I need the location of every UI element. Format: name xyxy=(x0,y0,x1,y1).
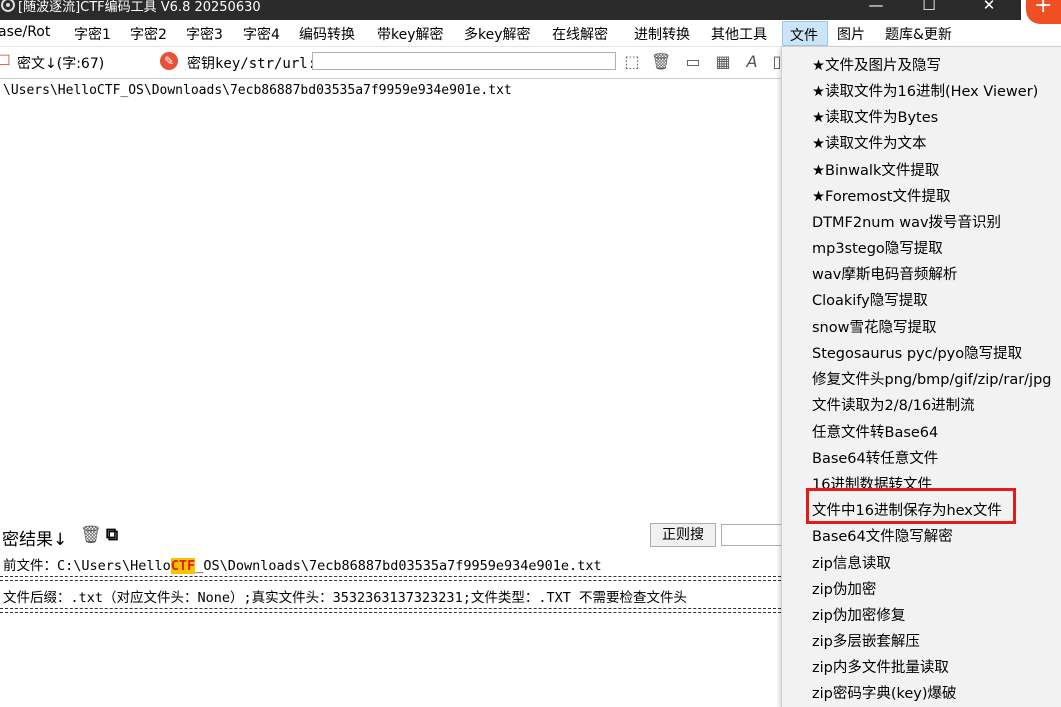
dashed-divider xyxy=(0,576,781,577)
menu-item-zip-nested[interactable]: zip多层嵌套解压 xyxy=(812,630,920,651)
menu-item-read-stream[interactable]: 文件读取为2/8/16进制流 xyxy=(812,394,975,415)
result-label: 密结果↓ xyxy=(2,530,68,550)
result-file-prefix: 前文件：C:\Users\Hello xyxy=(3,558,171,574)
result-trash-icon[interactable]: 🗑 xyxy=(80,525,102,545)
regex-search-button[interactable]: 正则搜 xyxy=(650,523,716,547)
menu-item-base64-stego[interactable]: Base64文件隐写解密 xyxy=(812,525,953,546)
menu-item-zip-fake-fix[interactable]: zip伪加密修复 xyxy=(812,604,905,625)
menu-base-convert[interactable]: 进制转换 xyxy=(634,24,690,44)
menu-item-binwalk[interactable]: ★Binwalk文件提取 xyxy=(812,159,939,180)
menu-cipher-1[interactable]: 字密1 xyxy=(74,24,111,44)
result-file-suffix: _OS\Downloads\7ecb86887bd03535a7f9959e93… xyxy=(195,558,602,574)
menu-item-read-text[interactable]: ★读取文件为文本 xyxy=(812,132,927,153)
dashed-divider xyxy=(0,580,781,581)
menu-item-zip-batch-read[interactable]: zip内多文件批量读取 xyxy=(812,656,949,677)
result-highlight: CTF xyxy=(170,558,196,574)
menu-cipher-4[interactable]: 字密4 xyxy=(243,24,280,44)
menu-bar: ase/Rot 字密1 字密2 字密3 字密4 编码转换 带key解密 多key… xyxy=(0,20,1021,47)
menu-encoding-convert[interactable]: 编码转换 xyxy=(299,24,355,44)
menu-item-hex-viewer[interactable]: ★读取文件为16进制(Hex Viewer) xyxy=(812,80,1038,101)
cipher-label: 密文↓(字:67) xyxy=(17,56,105,72)
window-title: [随波逐流]CTF编码工具 V6.8 20250630 xyxy=(18,0,261,15)
result-file-line: 前文件：C:\Users\HelloCTF_OS\Downloads\7ecb8… xyxy=(3,554,602,574)
menu-item-foremost[interactable]: ★Foremost文件提取 xyxy=(812,185,951,206)
toolbar: ☐ 密文↓(字:67) ✎ 密钥key/str/url: ⬚ 🗑 ▭ ▦ A ▯ xyxy=(0,50,781,76)
result-filetype-line: 文件后缀：.txt（对应文件头：None）;真实文件头：353236313732… xyxy=(3,590,687,606)
menu-file[interactable]: 文件 xyxy=(782,21,828,46)
menu-cipher-2[interactable]: 字密2 xyxy=(130,24,167,44)
key-input[interactable] xyxy=(312,52,616,70)
cipher-textarea[interactable]: \Users\HelloCTF_OS\Downloads\7ecb86887bd… xyxy=(0,78,781,519)
menu-item-save-hex[interactable]: 文件中16进制保存为hex文件 xyxy=(812,499,1002,520)
console-icon[interactable]: ▭ xyxy=(683,52,703,72)
menu-item-base64-to-file[interactable]: Base64转任意文件 xyxy=(812,447,938,468)
file-dropdown-menu: ★文件及图片及隐写 ★读取文件为16进制(Hex Viewer) ★读取文件为B… xyxy=(781,46,1061,707)
menu-base-rot[interactable]: ase/Rot xyxy=(0,24,50,40)
menu-item-fix-header[interactable]: 修复文件头png/bmp/gif/zip/rar/jpg xyxy=(812,368,1051,389)
result-copy-icon[interactable]: ⧉ xyxy=(106,525,118,545)
result-header: 密结果↓ 🗑 ⧉ 正则搜 xyxy=(0,522,791,550)
maximize-button[interactable]: ☐ xyxy=(906,0,952,20)
calculator-icon[interactable]: ▦ xyxy=(713,52,733,72)
side-plus-badge[interactable]: + xyxy=(1026,0,1061,24)
app-icon xyxy=(0,0,16,13)
close-button[interactable]: ✕ xyxy=(966,0,1012,20)
minimize-button[interactable]: — xyxy=(853,0,899,20)
result-textarea[interactable]: 前文件：C:\Users\HelloCTF_OS\Downloads\7ecb8… xyxy=(0,551,781,696)
menu-multikey-decrypt[interactable]: 多key解密 xyxy=(464,24,531,44)
trash-icon[interactable]: 🗑 xyxy=(651,52,671,72)
cursor-icon[interactable]: ⬚ xyxy=(622,52,642,72)
key-icon: ✎ xyxy=(160,52,178,70)
menu-question-bank[interactable]: 题库&更新 xyxy=(885,24,952,44)
menu-item-snow[interactable]: snow雪花隐写提取 xyxy=(812,316,936,337)
menu-item-dtmf[interactable]: DTMF2num wav拨号音识别 xyxy=(812,211,1001,232)
menu-item-zip-info[interactable]: zip信息读取 xyxy=(812,552,891,573)
menu-item-cloakify[interactable]: Cloakify隐写提取 xyxy=(812,289,928,310)
key-label: 密钥key/str/url: xyxy=(187,56,317,72)
menu-item-zip-bruteforce[interactable]: zip密码字典(key)爆破 xyxy=(812,682,957,703)
menu-cipher-3[interactable]: 字密3 xyxy=(186,24,223,44)
menu-item-zip-fake-encrypt[interactable]: zip伪加密 xyxy=(812,578,876,599)
menu-other-tools[interactable]: 其他工具 xyxy=(711,24,767,44)
menu-item-file-image-stego[interactable]: ★文件及图片及隐写 xyxy=(812,54,941,75)
menu-item-hex-to-file[interactable]: 16进制数据转文件 xyxy=(812,473,932,494)
menu-file-label: 文件 xyxy=(790,28,818,44)
title-bar: [随波逐流]CTF编码工具 V6.8 20250630 — ☐ ✕ xyxy=(0,0,1021,20)
dashed-divider xyxy=(0,608,781,609)
cipher-icon: ☐ xyxy=(0,53,11,69)
menu-item-file-to-base64[interactable]: 任意文件转Base64 xyxy=(812,421,938,442)
menu-key-decrypt[interactable]: 带key解密 xyxy=(377,24,444,44)
menu-online-decrypt[interactable]: 在线解密 xyxy=(552,24,608,44)
menu-item-stegosaurus[interactable]: Stegosaurus pyc/pyo隐写提取 xyxy=(812,342,1022,363)
menu-item-mp3stego[interactable]: mp3stego隐写提取 xyxy=(812,237,943,258)
menu-image[interactable]: 图片 xyxy=(837,24,865,44)
menu-item-wav-morse[interactable]: wav摩斯电码音频解析 xyxy=(812,263,957,284)
menu-item-read-bytes[interactable]: ★读取文件为Bytes xyxy=(812,106,938,127)
cipher-text: \Users\HelloCTF_OS\Downloads\7ecb86887bd… xyxy=(3,83,512,98)
dashed-divider xyxy=(0,612,781,613)
font-icon[interactable]: A xyxy=(742,52,762,72)
